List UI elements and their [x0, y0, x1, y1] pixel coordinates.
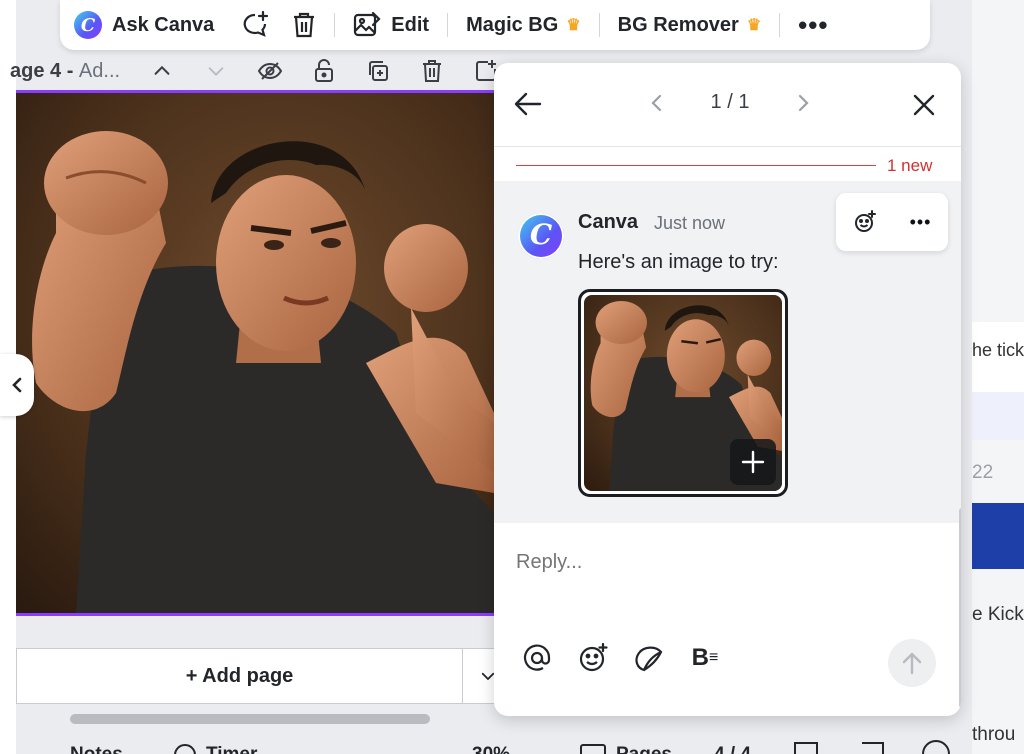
sticker-icon[interactable]: [634, 643, 664, 673]
background-text: 22: [972, 462, 994, 483]
toolbar-divider: [334, 13, 336, 37]
arrow-left-icon: [514, 91, 542, 117]
bottom-status-bar: Notes Timer 30% Pages 4 / 4: [16, 738, 972, 754]
more-dots-icon: •••: [798, 9, 829, 40]
pages-icon: [580, 744, 606, 754]
edit-image-button[interactable]: Edit: [353, 11, 429, 39]
page-number-label: age 4 -: [10, 59, 79, 82]
page-count: 4 / 4: [714, 744, 751, 754]
emoji-add-icon: [854, 210, 876, 232]
timer-button[interactable]: Timer: [174, 744, 257, 754]
more-options-button[interactable]: •••: [798, 10, 828, 41]
background-banner: [972, 503, 1024, 569]
fullscreen-icon[interactable]: [862, 742, 884, 754]
lock-icon[interactable]: [310, 57, 338, 85]
next-comment-button[interactable]: [796, 93, 810, 113]
grid-view-icon[interactable]: [794, 742, 818, 754]
chevron-down-icon[interactable]: [202, 57, 230, 85]
toolbar-divider: [779, 13, 781, 37]
page-title[interactable]: age 4 - Ad...: [10, 60, 138, 83]
previous-comment-button[interactable]: [650, 93, 664, 113]
send-reply-button[interactable]: [888, 639, 936, 687]
close-icon: [912, 93, 936, 117]
add-comment-button[interactable]: [240, 10, 270, 40]
add-page-bar: + Add page: [16, 648, 536, 704]
image-attachment[interactable]: [578, 289, 788, 497]
message-more-button[interactable]: •••: [910, 212, 932, 233]
magic-bg-label: Magic BG: [466, 13, 559, 36]
background-text: he tick: [972, 340, 1024, 360]
notes-button[interactable]: Notes: [38, 744, 123, 754]
background-app-window: he tick 22 e Kick throu: [972, 0, 1024, 754]
mention-icon[interactable]: [522, 643, 552, 673]
background-text: throu: [972, 724, 1016, 745]
new-message-label: 1 new: [887, 156, 933, 175]
canva-assistant-icon: C: [74, 11, 102, 39]
chevron-left-icon: [10, 376, 24, 394]
notes-label: Notes: [70, 744, 123, 754]
canvas-page-image[interactable]: [16, 90, 494, 616]
new-message-divider: [516, 165, 876, 166]
scroll-left-button[interactable]: [0, 354, 34, 416]
bg-remover-button[interactable]: BG Remover ♛: [618, 14, 762, 37]
comment-panel-header: 1 / 1: [494, 63, 961, 147]
comment-add-icon: [240, 10, 270, 40]
emoji-icon[interactable]: [578, 643, 608, 673]
timer-icon: [174, 744, 196, 754]
trash-icon: [292, 11, 316, 39]
background-card: [972, 392, 1024, 440]
pager-count: 1 / 1: [710, 91, 750, 113]
page-header: age 4 - Ad...: [10, 52, 506, 90]
comment-panel: 1 / 1 1 new C Canva Just now ••• Here's …: [494, 63, 961, 716]
comment-author: Canva: [578, 211, 639, 233]
help-icon[interactable]: [922, 740, 950, 754]
fighter-photo: [16, 93, 494, 613]
chevron-up-icon[interactable]: [148, 57, 176, 85]
toolbar-divider: [598, 13, 600, 37]
timer-label: Timer: [206, 744, 257, 754]
context-toolbar: C Ask Canva Edit Magic BG ♛ BG Remover ♛…: [60, 0, 930, 50]
hide-page-icon[interactable]: [256, 57, 284, 85]
delete-button[interactable]: [292, 11, 316, 39]
add-page-button[interactable]: + Add page: [17, 649, 463, 703]
page-name-label: Ad...: [78, 59, 121, 82]
comment-timestamp: Just now: [654, 213, 726, 233]
attachment-thumbnail: [584, 295, 782, 491]
avatar-letter: C: [529, 218, 553, 251]
text-format-icon[interactable]: B ≡: [690, 643, 720, 673]
horizontal-scrollbar[interactable]: [70, 714, 430, 724]
close-panel-button[interactable]: [912, 93, 936, 122]
message-actions: •••: [836, 193, 948, 251]
comment-pager: 1 / 1: [650, 91, 810, 114]
comment-thread: C Canva Just now ••• Here's an image to …: [494, 181, 961, 523]
zoom-level[interactable]: 30%: [472, 744, 510, 754]
avatar: C: [518, 213, 564, 259]
delete-page-icon[interactable]: [418, 57, 446, 85]
bg-remover-label: BG Remover: [617, 13, 739, 36]
arrow-up-icon: [901, 651, 923, 675]
comment-text: Here's an image to try:: [578, 251, 779, 273]
image-edit-icon: [353, 11, 381, 39]
ask-canva-button[interactable]: C Ask Canva: [74, 11, 214, 39]
pages-label: Pages: [616, 744, 672, 754]
add-to-design-button[interactable]: [730, 439, 776, 485]
background-text: e Kick: [972, 604, 1024, 625]
chevron-right-icon: [798, 94, 809, 111]
crown-icon: ♛: [746, 17, 762, 34]
panel-scrollbar[interactable]: [959, 508, 961, 708]
back-button[interactable]: [514, 91, 542, 122]
reply-input[interactable]: [516, 551, 936, 574]
plus-icon: [741, 450, 765, 474]
edit-label: Edit: [391, 13, 430, 36]
crown-icon: ♛: [566, 17, 581, 34]
toolbar-divider: [447, 13, 449, 37]
magic-bg-button[interactable]: Magic BG ♛: [466, 14, 581, 37]
duplicate-page-icon[interactable]: [364, 57, 392, 85]
chevron-left-icon: [651, 94, 662, 111]
ask-canva-label: Ask Canva: [112, 13, 215, 36]
pages-button[interactable]: Pages: [580, 744, 672, 754]
add-reaction-button[interactable]: [853, 210, 877, 234]
reply-toolbar: B ≡: [522, 643, 746, 673]
